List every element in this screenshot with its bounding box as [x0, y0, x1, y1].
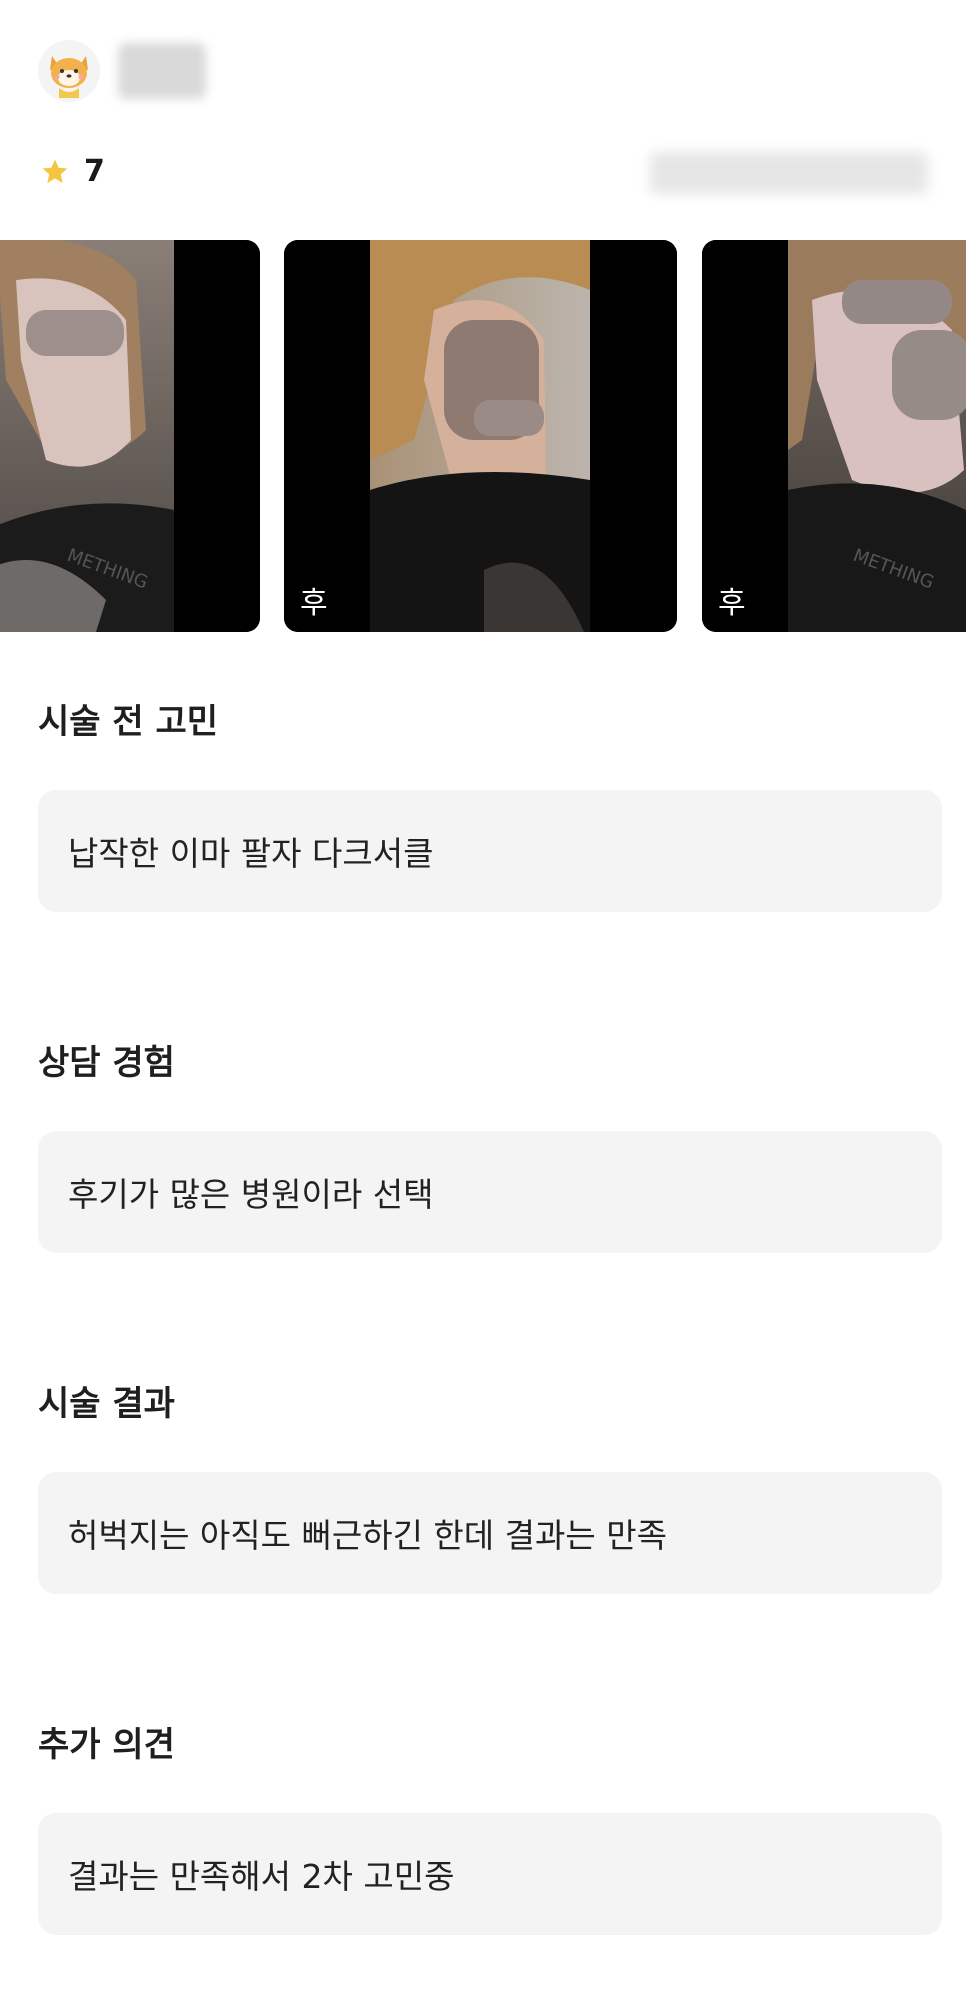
section-title-additional: 추가 의견 — [38, 1725, 175, 1765]
rating-value: 7 — [84, 154, 105, 189]
photo-label: 후 — [718, 586, 746, 621]
shiba-dog-icon — [38, 40, 100, 102]
answer-concern: 납작한 이마 팔자 다크서클 — [38, 790, 942, 912]
photo-gallery[interactable]: METHING 후 METHING 후 — [0, 240, 966, 632]
review-photo-3[interactable]: METHING 후 — [702, 240, 966, 632]
answer-additional: 결과는 만족해서 2차 고민중 — [38, 1813, 942, 1935]
section-title-consultation: 상담 경험 — [38, 1043, 175, 1083]
review-photo-image — [284, 240, 677, 632]
section-title-result: 시술 결과 — [38, 1384, 175, 1424]
answer-consultation: 후기가 많은 병원이라 선택 — [38, 1131, 942, 1253]
photo-label: 후 — [300, 586, 328, 621]
review-photo-image: METHING — [702, 240, 966, 632]
username-redacted — [118, 43, 206, 99]
review-photo-image: METHING — [0, 240, 260, 632]
date-redacted — [650, 152, 928, 194]
review-photo-2[interactable]: 후 — [284, 240, 677, 632]
answer-result: 허벅지는 아직도 뻐근하긴 한데 결과는 만족 — [38, 1472, 942, 1594]
section-title-concern: 시술 전 고민 — [38, 702, 219, 742]
review-photo-1[interactable]: METHING — [0, 240, 260, 632]
avatar[interactable] — [38, 40, 100, 102]
rating: 7 — [40, 154, 105, 189]
star-icon — [42, 159, 68, 183]
review-header — [38, 40, 206, 102]
